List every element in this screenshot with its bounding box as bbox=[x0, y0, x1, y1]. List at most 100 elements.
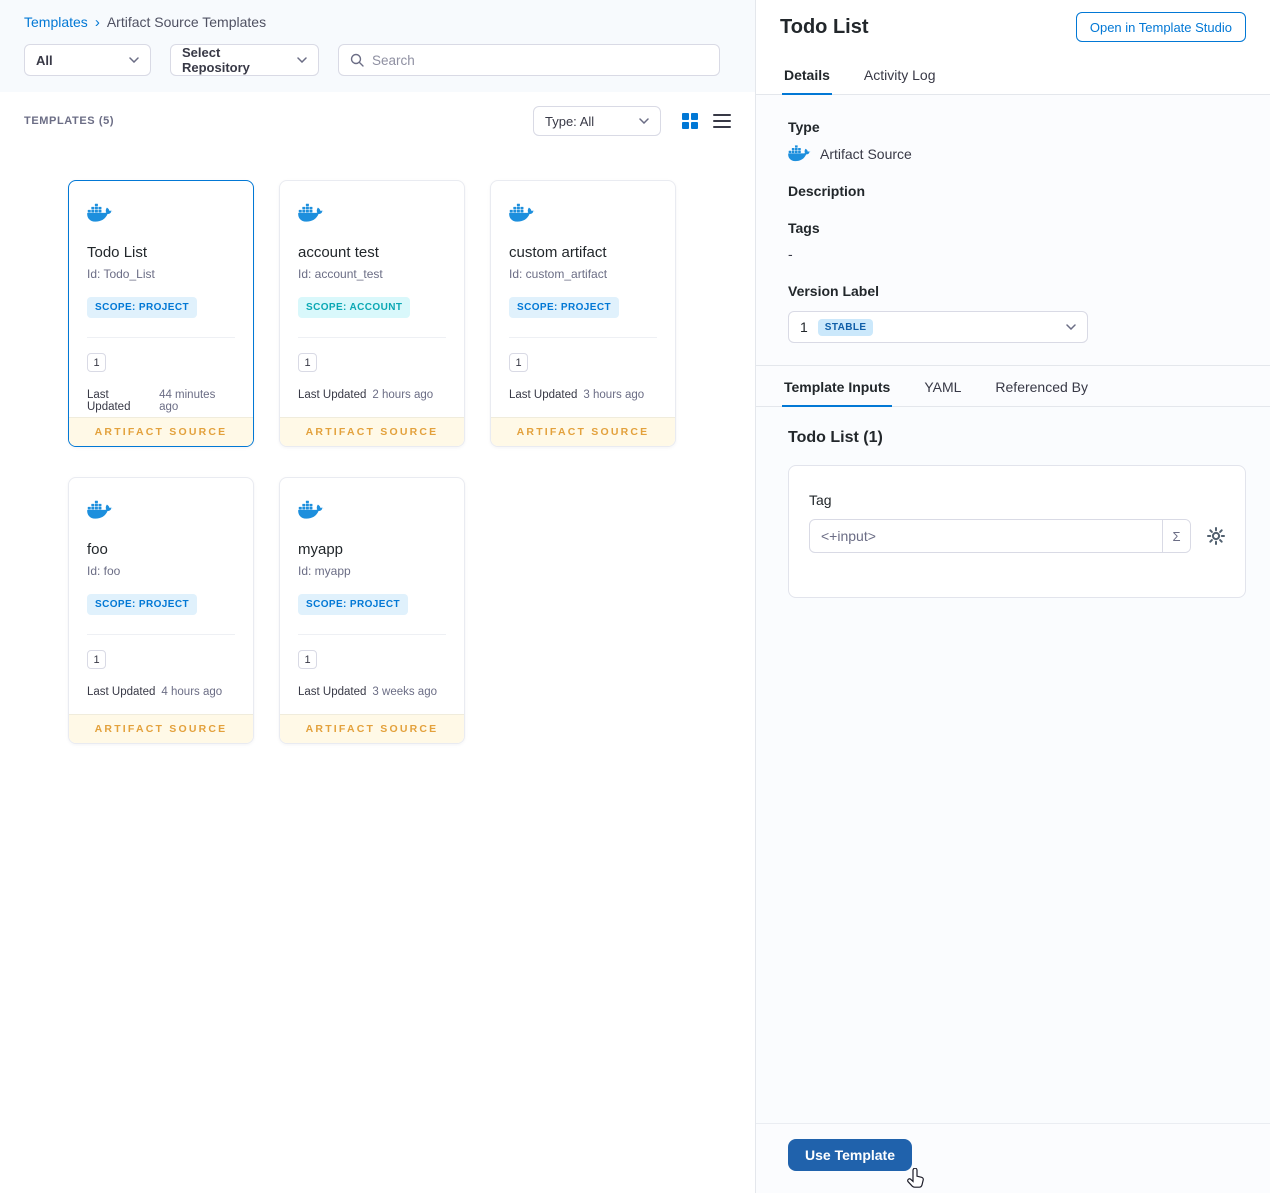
last-updated-label: Last Updated bbox=[87, 389, 131, 413]
filter-bar: All Select Repository bbox=[24, 44, 731, 76]
last-updated-row: Last Updated 44 minutes ago bbox=[87, 389, 235, 413]
scope-badge: SCOPE: ACCOUNT bbox=[298, 297, 411, 318]
version-value: 1 bbox=[800, 319, 808, 335]
template-card-id: Id: Todo_List bbox=[87, 267, 155, 281]
template-card-name: account test bbox=[298, 244, 379, 261]
template-type-footer: ARTIFACT SOURCE bbox=[69, 714, 253, 743]
list-view-button[interactable] bbox=[713, 114, 731, 128]
card-divider bbox=[298, 337, 446, 338]
template-card-id: Id: foo bbox=[87, 564, 121, 578]
template-card-name: custom artifact bbox=[509, 244, 607, 261]
inputs-card: Tag Σ bbox=[788, 465, 1246, 598]
type-filter-dropdown[interactable]: Type: All bbox=[533, 106, 661, 136]
tab-activity-log[interactable]: Activity Log bbox=[862, 54, 938, 94]
search-input[interactable] bbox=[372, 52, 708, 68]
template-type-footer: ARTIFACT SOURCE bbox=[280, 714, 464, 743]
template-inputs-body: Todo List (1) Tag Σ bbox=[756, 407, 1270, 1123]
docker-icon bbox=[87, 203, 113, 223]
version-count-badge: 1 bbox=[87, 650, 106, 669]
scope-badge: SCOPE: PROJECT bbox=[87, 594, 197, 615]
search-box[interactable] bbox=[338, 44, 720, 76]
last-updated-value: 2 hours ago bbox=[372, 389, 434, 401]
type-value-row: Artifact Source bbox=[788, 145, 1238, 162]
last-updated-value: 44 minutes ago bbox=[159, 389, 216, 413]
chevron-down-icon bbox=[1066, 324, 1076, 330]
tab-details[interactable]: Details bbox=[782, 54, 832, 95]
card-divider bbox=[87, 337, 235, 338]
chevron-down-icon bbox=[639, 118, 649, 124]
type-value: Artifact Source bbox=[820, 145, 912, 162]
details-tabs: Details Activity Log bbox=[756, 54, 1270, 95]
templates-count-label: TEMPLATES (5) bbox=[24, 115, 115, 127]
templates-page: Templates › Artifact Source Templates Al… bbox=[0, 0, 755, 1193]
app: Templates › Artifact Source Templates Al… bbox=[0, 0, 1270, 1193]
template-details-panel: Todo List Open in Template Studio Detail… bbox=[755, 0, 1270, 1193]
expression-input-type-button[interactable]: Σ bbox=[1162, 520, 1190, 552]
last-updated-row: Last Updated 3 weeks ago bbox=[298, 686, 446, 698]
template-card[interactable]: myapp Id: myapp SCOPE: PROJECT 1 Last Up… bbox=[279, 477, 465, 744]
template-card[interactable]: Todo List Id: Todo_List SCOPE: PROJECT 1… bbox=[68, 180, 254, 447]
docker-icon bbox=[509, 203, 535, 223]
scope-filter-dropdown[interactable]: All bbox=[24, 44, 151, 76]
list-header: TEMPLATES (5) Type: All bbox=[0, 92, 755, 136]
template-card[interactable]: account test Id: account_test SCOPE: ACC… bbox=[279, 180, 465, 447]
grid-view-button[interactable] bbox=[681, 112, 699, 130]
details-title: Todo List bbox=[780, 15, 869, 38]
last-updated-label: Last Updated bbox=[87, 686, 156, 698]
stable-badge: STABLE bbox=[817, 318, 874, 336]
version-count-badge: 1 bbox=[298, 353, 317, 372]
docker-icon bbox=[298, 203, 324, 223]
search-icon bbox=[350, 53, 364, 67]
version-label: Version Label bbox=[788, 283, 880, 299]
template-card-name: foo bbox=[87, 541, 108, 558]
details-body: Type Artifact Source Description Tags - … bbox=[756, 95, 1270, 343]
list-controls: Type: All bbox=[533, 106, 731, 136]
use-template-button[interactable]: Use Template bbox=[788, 1139, 912, 1171]
tab-yaml[interactable]: YAML bbox=[922, 366, 963, 406]
details-footer: Use Template bbox=[756, 1123, 1270, 1193]
template-card-id: Id: myapp bbox=[298, 564, 351, 578]
tab-referenced-by[interactable]: Referenced By bbox=[993, 366, 1090, 406]
last-updated-label: Last Updated bbox=[298, 389, 367, 401]
inputs-tabs: Template Inputs YAML Referenced By bbox=[756, 365, 1270, 407]
card-divider bbox=[87, 634, 235, 635]
card-divider bbox=[509, 337, 657, 338]
tag-field-row: Σ bbox=[809, 519, 1225, 553]
breadcrumb-templates-link[interactable]: Templates bbox=[24, 14, 88, 30]
breadcrumb-current: Artifact Source Templates bbox=[106, 14, 267, 30]
last-updated-row: Last Updated 2 hours ago bbox=[298, 389, 446, 401]
version-dropdown[interactable]: 1 STABLE bbox=[788, 311, 1088, 343]
breadcrumb-separator-icon: › bbox=[94, 13, 100, 31]
tag-input-wrap: Σ bbox=[809, 519, 1191, 553]
tags-label: Tags bbox=[788, 220, 820, 236]
card-divider bbox=[298, 634, 446, 635]
last-updated-value: 3 weeks ago bbox=[372, 686, 437, 698]
last-updated-value: 3 hours ago bbox=[583, 389, 645, 401]
template-card[interactable]: foo Id: foo SCOPE: PROJECT 1 Last Update… bbox=[68, 477, 254, 744]
last-updated-value: 4 hours ago bbox=[161, 686, 223, 698]
tab-template-inputs[interactable]: Template Inputs bbox=[782, 366, 893, 407]
template-card[interactable]: custom artifact Id: custom_artifact SCOP… bbox=[490, 180, 676, 447]
tag-field-label: Tag bbox=[809, 492, 832, 508]
template-card-name: myapp bbox=[298, 541, 344, 558]
inputs-section-title: Todo List (1) bbox=[788, 429, 883, 446]
last-updated-label: Last Updated bbox=[298, 686, 367, 698]
type-filter-value: Type: All bbox=[545, 113, 595, 129]
gear-icon[interactable] bbox=[1207, 527, 1225, 545]
open-in-template-studio-button[interactable]: Open in Template Studio bbox=[1075, 12, 1246, 42]
repository-filter-value: Select Repository bbox=[182, 45, 250, 75]
template-card-name: Todo List bbox=[87, 244, 148, 261]
template-type-footer: ARTIFACT SOURCE bbox=[491, 417, 675, 446]
repository-filter-dropdown[interactable]: Select Repository bbox=[170, 44, 319, 76]
tags-value: - bbox=[788, 246, 793, 262]
scope-badge: SCOPE: PROJECT bbox=[87, 297, 197, 318]
docker-icon bbox=[298, 500, 324, 520]
last-updated-row: Last Updated 4 hours ago bbox=[87, 686, 235, 698]
template-card-id: Id: account_test bbox=[298, 267, 383, 281]
template-card-id: Id: custom_artifact bbox=[509, 267, 608, 281]
tag-input[interactable] bbox=[810, 520, 1162, 552]
scope-badge: SCOPE: PROJECT bbox=[298, 594, 408, 615]
chevron-down-icon bbox=[129, 57, 139, 63]
template-type-footer: ARTIFACT SOURCE bbox=[280, 417, 464, 446]
template-grid: Todo List Id: Todo_List SCOPE: PROJECT 1… bbox=[0, 136, 755, 784]
